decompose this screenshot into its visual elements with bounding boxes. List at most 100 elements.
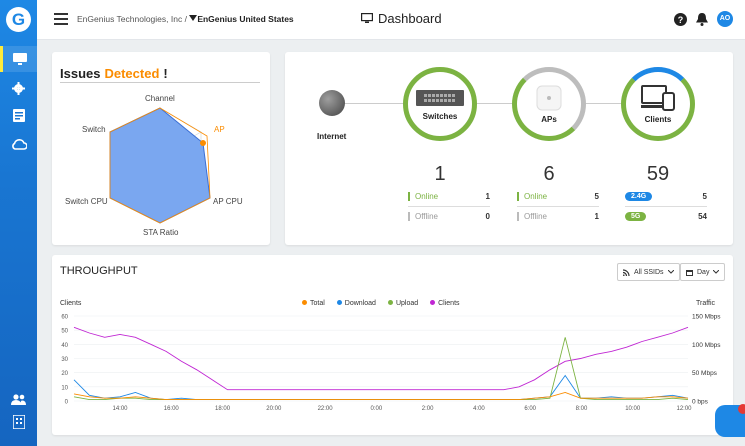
throughput-chart: 60 50 40 30 20 10 0 150 Mbps 100 Mbps 50 Mbps 0 bp… (61, 314, 721, 413)
x-tick-label: 16:00 (164, 406, 180, 412)
breadcrumb-org[interactable]: EnGenius Technologies, Inc (77, 14, 182, 24)
radar-label-switch: Switch (82, 125, 106, 134)
switches-label: Switches (422, 111, 458, 121)
radar-label-ap: AP (214, 125, 225, 134)
divider (408, 206, 490, 207)
band-5g-value: 54 (698, 212, 707, 221)
issues-card: Issues Detected! Channel AP AP CPU STA Ra… (52, 52, 270, 245)
sidebar-item-dashboard[interactable] (0, 46, 37, 72)
page-title: Dashboard (361, 11, 442, 26)
radar-label-ap-cpu: AP CPU (213, 197, 243, 206)
sidebar-item-organization[interactable] (0, 409, 37, 435)
aps-ring[interactable]: APs (512, 67, 586, 141)
x-tick-label: 10:00 (625, 406, 641, 412)
band-5g-badge: 5G (625, 212, 647, 221)
monitor-icon (13, 52, 27, 65)
band-24g-value: 5 (702, 192, 707, 201)
switches-offline-label: Offline (408, 212, 438, 221)
building-icon (12, 415, 25, 429)
svg-text:?: ? (678, 15, 684, 25)
switches-online-value: 1 (485, 192, 490, 201)
y-right-tick-label: 50 Mbps (692, 370, 718, 377)
y-left-tick-label: 20 (61, 371, 68, 377)
switch-device-icon (416, 89, 464, 106)
avatar[interactable]: AO (717, 11, 733, 27)
switches-count: 1 (434, 163, 446, 185)
y-left-tick-label: 10 (61, 385, 68, 391)
radar-label-switch-cpu: Switch CPU (65, 197, 108, 206)
globe-icon (319, 90, 345, 116)
aps-offline-value: 1 (594, 212, 599, 221)
aps-offline-label: Offline (517, 212, 547, 221)
bell-icon[interactable] (696, 12, 708, 26)
aps-online-label: Online (517, 192, 547, 201)
series-line-download (73, 374, 689, 401)
topology-card: Internet Switches 1 Online 1 Offline 0 A… (285, 52, 733, 245)
series-line-upload (73, 337, 689, 401)
aps-offline-row: Offline 1 (517, 212, 599, 224)
monitor-icon (361, 13, 373, 23)
sidebar: G (0, 0, 37, 446)
access-point-icon (536, 85, 562, 110)
report-icon (12, 108, 25, 122)
x-tick-label: 14:00 (112, 406, 128, 412)
switches-offline-row: Offline 0 (408, 212, 490, 224)
clients-5g-row: 5G 54 (625, 212, 707, 224)
switches-offline-value: 0 (485, 212, 490, 221)
x-tick-label: 2:00 (422, 406, 434, 412)
devices-icon (641, 84, 675, 111)
band-24g-badge: 2.4G (625, 192, 653, 201)
y-left-tick-label: 40 (61, 343, 68, 349)
y-left-tick-label: 30 (61, 357, 68, 363)
clients-count: 59 (646, 163, 670, 185)
x-tick-label: 8:00 (576, 406, 588, 412)
chat-notification-badge (738, 404, 745, 414)
y-left-tick-label: 50 (61, 329, 68, 335)
switches-ring[interactable]: Switches (403, 67, 477, 141)
x-tick-label: 0:00 (371, 406, 383, 412)
aps-online-value: 5 (594, 192, 599, 201)
x-tick-label: 22:00 (318, 406, 334, 412)
y-right-tick-label: 150 Mbps (692, 314, 721, 321)
aps-label: APs (541, 114, 557, 124)
divider (625, 206, 707, 207)
cloud-icon (11, 139, 27, 150)
x-tick-label: 4:00 (473, 406, 485, 412)
help-icon[interactable]: ? (674, 12, 687, 26)
breadcrumb: EnGenius Technologies, Inc / EnGenius Un… (77, 14, 294, 24)
radar-ap-marker (200, 140, 206, 146)
top-icons: ? AO (674, 11, 733, 27)
aps-online-row: Online 5 (517, 192, 599, 204)
radar-label-channel: Channel (145, 94, 175, 103)
y-left-tick-label: 60 (61, 315, 68, 321)
engenius-logo-icon[interactable]: G (6, 7, 31, 32)
sidebar-item-cloud[interactable] (0, 131, 37, 157)
clients-24g-row: 2.4G 5 (625, 192, 707, 204)
clients-ring[interactable]: Clients (621, 67, 695, 141)
gear-icon (12, 81, 25, 95)
sidebar-item-configure[interactable] (0, 75, 37, 101)
radar-chart (109, 107, 211, 224)
x-tick-label: 12:00 (676, 406, 692, 412)
divider (517, 206, 599, 207)
throughput-card: THROUGHPUT All SSIDs Day Clients Traffic… (52, 255, 733, 435)
x-tick-label: 6:00 (524, 406, 536, 412)
radar-label-sta-ratio: STA Ratio (143, 228, 179, 237)
y-right-tick-label: 0 bps (692, 399, 709, 406)
clients-label: Clients (644, 114, 672, 124)
breadcrumb-separator: / (182, 14, 190, 24)
switches-online-row: Online 1 (408, 192, 490, 204)
users-icon (11, 393, 26, 405)
y-right-tick-label: 100 Mbps (692, 342, 721, 349)
sidebar-item-reports[interactable] (0, 102, 37, 128)
x-tick-label: 20:00 (266, 406, 282, 412)
y-left-tick-label: 0 (65, 400, 69, 406)
menu-icon[interactable] (54, 13, 68, 25)
aps-count: 6 (543, 163, 555, 185)
switches-online-label: Online (408, 192, 438, 201)
series-line-total (73, 392, 689, 401)
internet-label: Internet (317, 132, 347, 141)
breadcrumb-site[interactable]: EnGenius United States (197, 14, 293, 24)
x-tick-label: 18:00 (215, 406, 231, 412)
page-title-text: Dashboard (378, 11, 442, 26)
